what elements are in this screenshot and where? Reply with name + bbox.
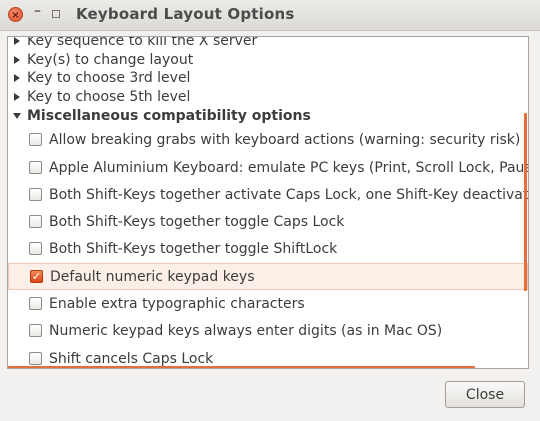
option-checkbox[interactable] bbox=[29, 133, 42, 146]
option-label: Allow breaking grabs with keyboard actio… bbox=[49, 131, 521, 148]
keyboard-layout-options-dialog: × – Keyboard Layout Options Key sequence… bbox=[0, 0, 540, 421]
title-bar: × – Keyboard Layout Options bbox=[0, 0, 540, 31]
options-tree[interactable]: Key sequence to kill the X server Key(s)… bbox=[7, 36, 529, 369]
tree-group-row[interactable]: Key sequence to kill the X server bbox=[8, 36, 528, 50]
option-row[interactable]: Both Shift-Keys together toggle Caps Loc… bbox=[8, 208, 528, 235]
option-checkbox[interactable] bbox=[29, 188, 42, 201]
option-label: Both Shift-Keys together toggle ShiftLoc… bbox=[49, 240, 338, 257]
option-row[interactable]: Both Shift-Keys together activate Caps L… bbox=[8, 181, 528, 208]
window-title: Keyboard Layout Options bbox=[76, 5, 295, 23]
option-checkbox[interactable] bbox=[29, 242, 42, 255]
expander-collapsed-icon[interactable] bbox=[14, 55, 20, 64]
option-row[interactable]: Both Shift-Keys together toggle ShiftLoc… bbox=[8, 235, 528, 262]
option-row-selected[interactable]: ✓ Default numeric keypad keys bbox=[8, 263, 528, 290]
option-label: Shift cancels Caps Lock bbox=[49, 350, 214, 367]
option-checkbox[interactable] bbox=[29, 161, 42, 174]
window-close-icon[interactable]: × bbox=[8, 7, 23, 22]
option-label: Both Shift-Keys together toggle Caps Loc… bbox=[49, 213, 345, 230]
tree-group-row[interactable]: Key to choose 5th level bbox=[8, 87, 528, 106]
option-row[interactable]: Numeric keypad keys always enter digits … bbox=[8, 317, 528, 344]
tree-group-row[interactable]: Key(s) to change layout bbox=[8, 50, 528, 69]
tree-group-row-expanded[interactable]: Miscellaneous compatibility options bbox=[8, 106, 528, 125]
option-label: Apple Aluminium Keyboard: emulate PC key… bbox=[49, 159, 529, 176]
option-label: Default numeric keypad keys bbox=[50, 268, 255, 285]
expander-collapsed-icon[interactable] bbox=[14, 37, 20, 45]
option-row[interactable]: Enable extra typographic characters bbox=[8, 290, 528, 317]
expander-collapsed-icon[interactable] bbox=[14, 92, 20, 101]
window-maximize-icon[interactable] bbox=[48, 7, 63, 22]
tree-group-label: Key(s) to change layout bbox=[27, 51, 194, 68]
tree-group-label: Key to choose 3rd level bbox=[27, 69, 191, 86]
option-checkbox[interactable] bbox=[29, 215, 42, 228]
tree-group-label: Key sequence to kill the X server bbox=[27, 36, 258, 49]
option-row[interactable]: Apple Aluminium Keyboard: emulate PC key… bbox=[8, 154, 528, 181]
option-label: Both Shift-Keys together activate Caps L… bbox=[49, 186, 529, 203]
tree-group-label: Miscellaneous compatibility options bbox=[27, 107, 311, 124]
option-label: Numeric keypad keys always enter digits … bbox=[49, 322, 443, 339]
option-checkbox[interactable] bbox=[29, 297, 42, 310]
option-checkbox[interactable] bbox=[29, 324, 42, 337]
tree-group-row[interactable]: Key to choose 3rd level bbox=[8, 68, 528, 87]
option-label: Enable extra typographic characters bbox=[49, 295, 305, 312]
window-minimize-icon[interactable]: – bbox=[30, 4, 45, 19]
option-checkbox-checked[interactable]: ✓ bbox=[30, 270, 43, 283]
expander-expanded-icon[interactable] bbox=[13, 112, 21, 119]
close-button[interactable]: Close bbox=[445, 381, 525, 408]
option-checkbox[interactable] bbox=[29, 352, 42, 365]
expander-collapsed-icon[interactable] bbox=[14, 73, 20, 82]
option-row[interactable]: Allow breaking grabs with keyboard actio… bbox=[8, 126, 528, 153]
tree-group-label: Key to choose 5th level bbox=[27, 88, 191, 105]
horizontal-scrollbar[interactable] bbox=[8, 366, 475, 368]
vertical-scrollbar[interactable] bbox=[524, 113, 527, 291]
